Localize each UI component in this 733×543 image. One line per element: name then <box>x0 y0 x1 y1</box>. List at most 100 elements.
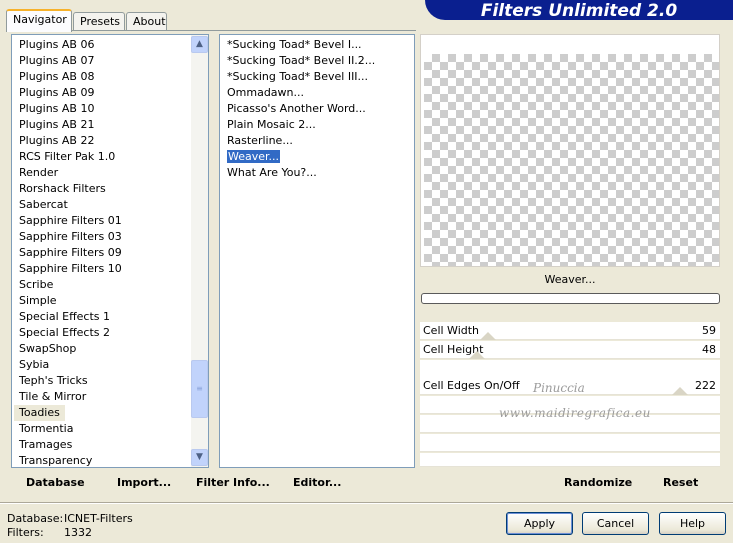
param-row-cell-width[interactable]: Cell Width 59 <box>420 322 720 340</box>
database-button[interactable]: Database <box>26 476 85 489</box>
category-list-item[interactable]: Plugins AB 08 <box>14 69 189 85</box>
chevron-up-icon[interactable]: ▲ <box>191 36 208 53</box>
database-value: ICNET-Filters <box>64 512 133 525</box>
slider-marker[interactable] <box>672 387 688 395</box>
preview-frame <box>420 34 720 267</box>
category-item-label: Simple <box>19 294 57 307</box>
category-item-label: Sapphire Filters 10 <box>19 262 122 275</box>
help-button[interactable]: Help <box>659 512 726 535</box>
category-item-label: Plugins AB 10 <box>19 102 95 115</box>
param-value: 222 <box>695 379 716 392</box>
category-item-label: Sapphire Filters 01 <box>19 214 122 227</box>
category-list-item[interactable]: Sapphire Filters 09 <box>14 245 189 261</box>
category-item-label: Sabercat <box>19 198 68 211</box>
filters-count: 1332 <box>64 526 92 539</box>
filter-item-label: Rasterline... <box>227 134 293 147</box>
category-list-item[interactable]: Rorshack Filters <box>14 181 189 197</box>
filter-name-label: Weaver... <box>420 269 720 291</box>
filter-list-item[interactable]: *Sucking Toad* Bevel II.2... <box>220 53 414 69</box>
param-label: Cell Width <box>423 324 480 337</box>
tab-navigator[interactable]: Navigator <box>6 9 72 32</box>
category-list-item[interactable]: Plugins AB 22 <box>14 133 189 149</box>
scrollbar-thumb[interactable]: ≡ <box>191 360 208 418</box>
filter-list-item[interactable]: What Are You?... <box>220 165 414 181</box>
category-list-item[interactable]: Teph's Tricks <box>14 373 189 389</box>
filter-item-label: Weaver... <box>227 150 281 163</box>
filter-item-label: Picasso's Another Word... <box>227 102 366 115</box>
category-list-item[interactable]: Special Effects 1 <box>14 309 189 325</box>
category-list-item[interactable]: Tramages <box>14 437 189 453</box>
apply-button[interactable]: Apply <box>506 512 573 535</box>
category-item-label: Toadies <box>14 405 65 421</box>
category-list-item[interactable]: Sabercat <box>14 197 189 213</box>
category-list-item[interactable]: Sapphire Filters 01 <box>14 213 189 229</box>
category-list-items: Plugins AB 06 Plugins AB 07 Plugins AB 08 P… <box>14 37 189 469</box>
filters-label: Filters: <box>7 526 44 539</box>
category-list-item[interactable]: Sybia <box>14 357 189 373</box>
chevron-down-icon[interactable]: ▼ <box>191 449 208 466</box>
category-list-item[interactable]: Transparency <box>14 453 189 469</box>
editor-button[interactable]: Editor... <box>293 476 341 489</box>
param-row-cell-height[interactable]: Cell Height 48 <box>420 341 720 359</box>
filter-list-item[interactable]: Weaver... <box>220 149 414 165</box>
category-list-item[interactable]: Plugins AB 06 <box>14 37 189 53</box>
filter-item-label: Ommadawn... <box>227 86 305 99</box>
category-list-item[interactable]: Toadies <box>14 405 189 421</box>
watermark-url: www.maidiregrafica.eu <box>499 406 651 420</box>
left-toolbar: Database Import... Filter Info... Editor… <box>11 471 416 495</box>
category-list-item[interactable]: SwapShop <box>14 341 189 357</box>
filter-list-item[interactable]: Picasso's Another Word... <box>220 101 414 117</box>
category-list-item[interactable]: Plugins AB 07 <box>14 53 189 69</box>
category-list-item[interactable]: Plugins AB 10 <box>14 101 189 117</box>
filter-list-item[interactable]: Plain Mosaic 2... <box>220 117 414 133</box>
category-scrollbar[interactable]: ▲ ≡ ▼ <box>191 35 208 467</box>
category-list-item[interactable]: Sapphire Filters 03 <box>14 229 189 245</box>
param-value: 48 <box>702 343 716 356</box>
category-item-label: Teph's Tricks <box>19 374 88 387</box>
tab-about[interactable]: About <box>126 12 167 31</box>
category-list-item[interactable]: Render <box>14 165 189 181</box>
category-item-label: Plugins AB 21 <box>19 118 95 131</box>
slider-marker[interactable] <box>480 332 496 340</box>
preview-image[interactable] <box>424 54 719 266</box>
filter-list-item[interactable]: Rasterline... <box>220 133 414 149</box>
param-row-empty[interactable] <box>420 453 720 467</box>
category-item-label: Tile & Mirror <box>19 390 87 403</box>
status-info: Database:ICNET-Filters Filters: 1332 <box>7 512 133 540</box>
slider-marker[interactable] <box>469 351 485 359</box>
filter-list-item[interactable]: *Sucking Toad* Bevel III... <box>220 69 414 85</box>
category-list-item[interactable]: Special Effects 2 <box>14 325 189 341</box>
category-list-item[interactable]: Plugins AB 21 <box>14 117 189 133</box>
right-toolbar: Randomize Reset <box>420 471 720 495</box>
reset-button[interactable]: Reset <box>663 476 698 489</box>
param-row-empty[interactable] <box>420 360 720 378</box>
cancel-button[interactable]: Cancel <box>582 512 649 535</box>
category-item-label: Plugins AB 07 <box>19 54 95 67</box>
param-label: Cell Edges On/Off <box>423 379 520 392</box>
category-list-item[interactable]: RCS Filter Pak 1.0 <box>14 149 189 165</box>
category-list-item[interactable]: Simple <box>14 293 189 309</box>
category-item-label: Sybia <box>19 358 50 371</box>
category-list-item[interactable]: Scribe <box>14 277 189 293</box>
category-item-label: Special Effects 1 <box>19 310 111 323</box>
category-item-label: Plugins AB 22 <box>19 134 95 147</box>
category-item-label: Rorshack Filters <box>19 182 106 195</box>
category-item-label: SwapShop <box>19 342 77 355</box>
database-label: Database: <box>7 512 64 525</box>
param-row-empty[interactable] <box>420 434 720 452</box>
filter-list-item[interactable]: Ommadawn... <box>220 85 414 101</box>
category-item-label: Sapphire Filters 09 <box>19 246 122 259</box>
category-list[interactable]: Plugins AB 06 Plugins AB 07 Plugins AB 08 P… <box>11 34 209 468</box>
category-item-label: Plugins AB 09 <box>19 86 95 99</box>
category-list-item[interactable]: Tormentia <box>14 421 189 437</box>
filter-list-item[interactable]: *Sucking Toad* Bevel I... <box>220 37 414 53</box>
tab-presets[interactable]: Presets <box>73 12 125 31</box>
import-button[interactable]: Import... <box>117 476 171 489</box>
filter-list[interactable]: *Sucking Toad* Bevel I... *Sucking Toad* … <box>219 34 415 468</box>
category-list-item[interactable]: Sapphire Filters 10 <box>14 261 189 277</box>
category-list-item[interactable]: Plugins AB 09 <box>14 85 189 101</box>
randomize-button[interactable]: Randomize <box>564 476 632 489</box>
filter-item-label: What Are You?... <box>227 166 317 179</box>
filter-info-button[interactable]: Filter Info... <box>196 476 270 489</box>
category-list-item[interactable]: Tile & Mirror <box>14 389 189 405</box>
